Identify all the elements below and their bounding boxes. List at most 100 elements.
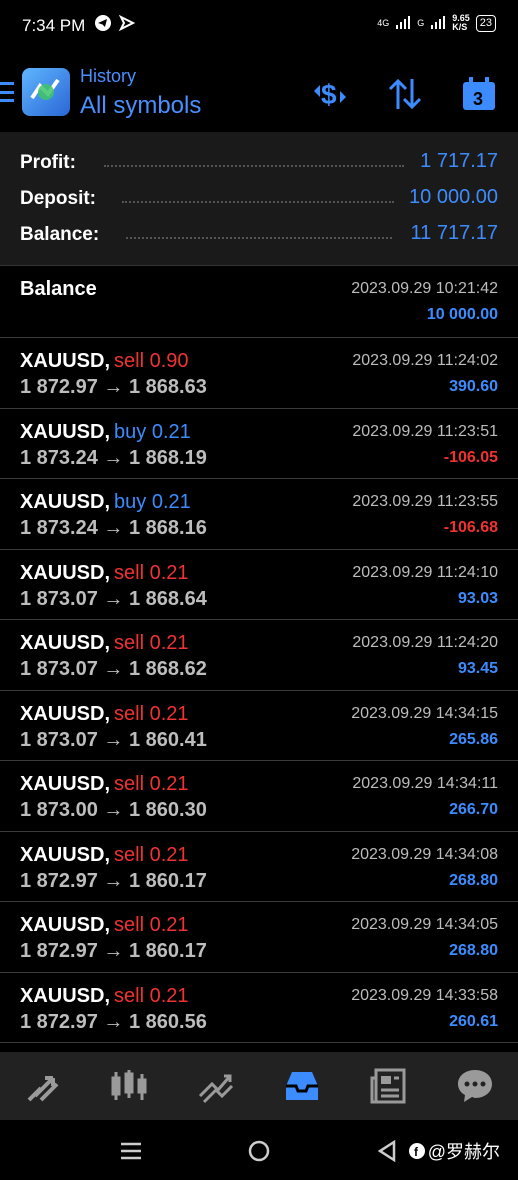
trade-symbol-line: XAUUSD, sell 0.21 bbox=[20, 844, 189, 867]
trade-row[interactable]: XAUUSD, sell 0.21 1 873.07 → 1 868.62 2023.… bbox=[0, 620, 518, 691]
deposit-filter-button[interactable]: $ bbox=[310, 74, 350, 114]
trade-row[interactable]: XAUUSD, buy 0.21 1 873.24 → 1 868.16 2023.0… bbox=[0, 479, 518, 550]
trade-symbol-line: XAUUSD, buy 0.21 bbox=[20, 491, 191, 514]
nav-quotes[interactable] bbox=[19, 1062, 67, 1110]
trade-row[interactable]: XAUUSD, sell 0.21 1 873.07 → 1 868.64 2023.… bbox=[0, 550, 518, 620]
trade-side: sell bbox=[114, 350, 145, 372]
menu-icon[interactable] bbox=[0, 82, 14, 102]
balance-entry-label: Balance bbox=[20, 278, 97, 300]
price-arrow: → bbox=[103, 1010, 124, 1033]
dotted-leader bbox=[104, 165, 404, 167]
trade-profit: 268.80 bbox=[449, 871, 498, 889]
trade-open-price: 1 872.97 bbox=[20, 940, 98, 962]
summary-deposit-row: Deposit: 10 000.00 bbox=[0, 180, 518, 216]
bottom-navigation bbox=[0, 1052, 518, 1120]
price-arrow: → bbox=[103, 869, 124, 892]
summary-balance-label: Balance: bbox=[20, 224, 100, 245]
trade-side: sell bbox=[114, 702, 145, 725]
trade-symbol: XAUUSD, bbox=[20, 420, 111, 443]
trade-row[interactable]: XAUUSD, sell 0.90 1 872.97 → 1 868.63 2023.… bbox=[0, 338, 518, 409]
trade-row[interactable]: XAUUSD, sell 0.21 1 872.97 → 1 860.17 2023.… bbox=[0, 832, 518, 902]
watermark: f @罗赫尔 bbox=[408, 1138, 500, 1164]
trade-symbol: XAUUSD, bbox=[20, 491, 111, 513]
trade-close-price: 1 860.30 bbox=[128, 799, 207, 821]
sort-arrows-icon bbox=[388, 78, 422, 110]
trade-profit: -106.05 bbox=[443, 448, 498, 466]
trade-prices: 1 872.97 → 1 860.17 bbox=[20, 940, 207, 963]
trade-profit: 390.60 bbox=[449, 378, 498, 395]
summary-balance-value: 11 717.17 bbox=[410, 222, 499, 244]
trade-time: 2023.09.29 11:23:51 bbox=[352, 422, 498, 440]
facebook-logo-icon: f bbox=[408, 1143, 425, 1159]
trade-row[interactable]: XAUUSD, sell 0.21 1 873.00 → 1 860.30 2023.… bbox=[0, 761, 518, 832]
sort-button[interactable] bbox=[385, 74, 425, 114]
balance-entry-amount: 10 000.00 bbox=[426, 306, 498, 323]
summary-balance-row: Balance: 11 717.17 bbox=[0, 216, 518, 252]
signal-icon bbox=[396, 16, 411, 29]
chart-icon bbox=[111, 1070, 147, 1100]
trade-close-price: 1 868.16 bbox=[128, 517, 207, 539]
trade-profit: 260.61 bbox=[449, 1012, 498, 1030]
trade-time: 2023.09.29 11:24:10 bbox=[352, 563, 498, 581]
trade-time: 2023.09.29 11:24:20 bbox=[352, 634, 498, 651]
trade-close-price: 1 860.41 bbox=[128, 728, 207, 751]
trade-row[interactable]: XAUUSD, sell 0.21 1 873.07 → 1 860.41 2023.… bbox=[0, 691, 518, 761]
trade-symbol: XAUUSD, bbox=[20, 632, 111, 654]
calendar-period-button[interactable]: 3 bbox=[459, 74, 499, 114]
trade-symbol: XAUUSD, bbox=[20, 350, 111, 372]
trade-profit: 266.70 bbox=[449, 801, 498, 818]
price-arrow: → bbox=[103, 376, 124, 398]
trade-open-price: 1 873.00 bbox=[20, 799, 98, 821]
trade-close-price: 1 860.17 bbox=[128, 869, 207, 892]
trade-symbol-line: XAUUSD, sell 0.21 bbox=[20, 914, 189, 937]
trade-time: 2023.09.29 14:34:05 bbox=[351, 916, 498, 933]
nav-chart[interactable] bbox=[105, 1062, 153, 1110]
recents-button[interactable] bbox=[118, 1138, 144, 1164]
nav-chat[interactable] bbox=[451, 1062, 499, 1110]
trade-side: buy bbox=[114, 420, 147, 443]
status-bar: 7:34 PM 4G G 9.65 K/S 23 bbox=[0, 0, 518, 52]
network-4g-label: 4G bbox=[377, 18, 390, 28]
trade-open-price: 1 872.97 bbox=[20, 1010, 98, 1033]
trade-row[interactable]: XAUUSD, sell 0.21 1 872.97 → 1 860.17 2023.… bbox=[0, 902, 518, 973]
trade-time: 2023.09.29 11:24:02 bbox=[352, 352, 498, 369]
dotted-leader bbox=[122, 201, 394, 203]
trade-symbol: XAUUSD, bbox=[20, 914, 111, 936]
signal-icon-2 bbox=[431, 16, 446, 29]
trade-symbol: XAUUSD, bbox=[20, 702, 111, 725]
trade-row[interactable]: XAUUSD, sell 0.21 1 872.97 → 1 860.56 2023.… bbox=[0, 973, 518, 1043]
trade-volume: 0.21 bbox=[149, 632, 189, 654]
summary-profit-row: Profit: 1 717.17 bbox=[0, 144, 518, 180]
trade-close-price: 1 868.63 bbox=[128, 376, 207, 398]
trade-volume: 0.21 bbox=[149, 843, 189, 866]
trade-profit: 93.45 bbox=[457, 660, 498, 677]
telegram-icon bbox=[95, 15, 111, 31]
back-button[interactable] bbox=[374, 1138, 400, 1164]
network-g-label: G bbox=[417, 18, 425, 28]
price-arrow: → bbox=[103, 728, 124, 751]
status-notification-icons bbox=[94, 14, 136, 32]
summary-profit-value: 1 717.17 bbox=[420, 150, 498, 172]
price-arrow: → bbox=[103, 446, 124, 469]
trade-symbol-line: XAUUSD, sell 0.21 bbox=[20, 703, 189, 726]
trade-prices: 1 872.97 → 1 860.56 bbox=[20, 1011, 207, 1034]
nav-history[interactable] bbox=[278, 1062, 326, 1110]
calendar-icon: 3 bbox=[463, 77, 495, 110]
trade-open-price: 1 873.07 bbox=[20, 728, 98, 751]
trade-symbol-line: XAUUSD, sell 0.21 bbox=[20, 985, 189, 1008]
trade-profit: 93.03 bbox=[457, 589, 498, 607]
trade-volume: 0.90 bbox=[149, 350, 189, 372]
trade-close-price: 1 860.17 bbox=[128, 940, 207, 962]
balance-entry-row[interactable]: Balance 2023.09.29 10:21:42 10 000.00 bbox=[0, 266, 518, 338]
nav-trade[interactable] bbox=[192, 1062, 240, 1110]
trade-time: 2023.09.29 14:34:11 bbox=[352, 775, 498, 792]
trade-open-price: 1 872.97 bbox=[20, 376, 98, 398]
trade-time: 2023.09.29 14:34:15 bbox=[351, 704, 498, 722]
nav-news[interactable] bbox=[364, 1062, 412, 1110]
trade-row[interactable]: XAUUSD, buy 0.21 1 873.24 → 1 868.19 2023.0… bbox=[0, 409, 518, 479]
history-icon bbox=[286, 1072, 319, 1100]
page-title[interactable]: All symbols bbox=[80, 92, 201, 120]
trade-volume: 0.21 bbox=[149, 773, 189, 795]
trade-prices: 1 873.24 → 1 868.16 bbox=[20, 517, 207, 540]
home-button[interactable] bbox=[246, 1138, 272, 1164]
